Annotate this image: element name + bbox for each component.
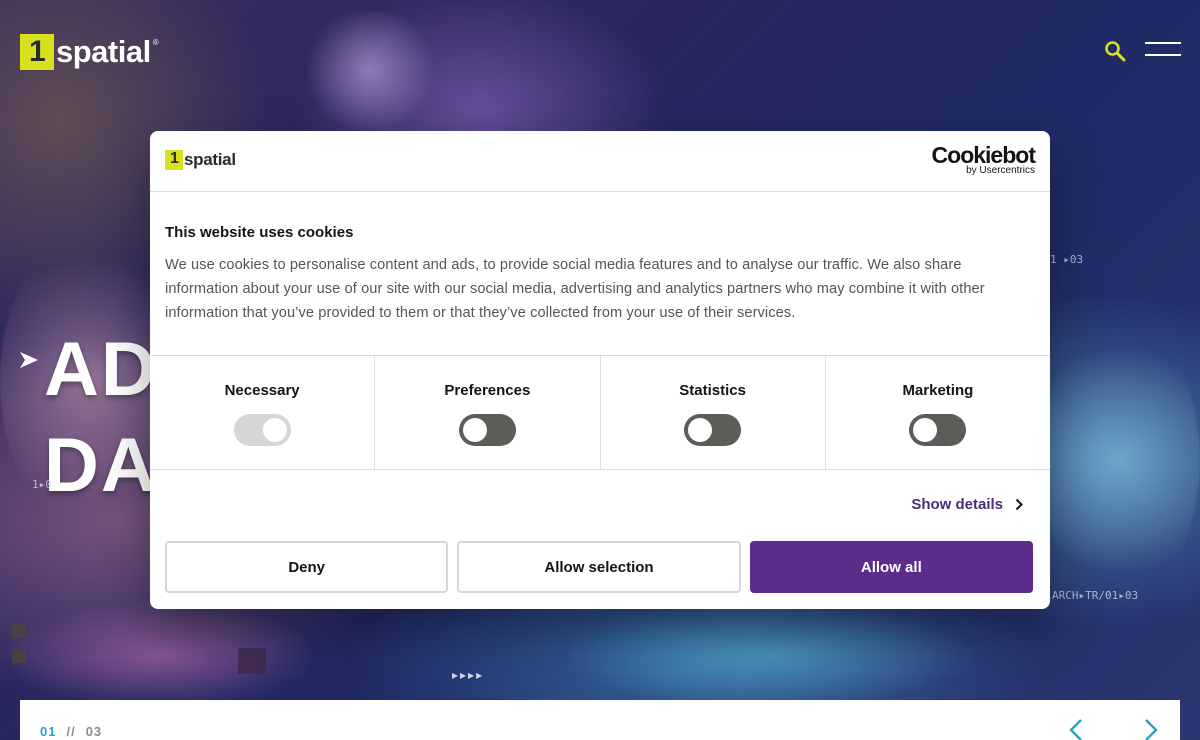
cookiebot-logo[interactable]: Cookiebot by Usercentrics [931, 142, 1036, 176]
hero-heading: AD DA [44, 322, 158, 514]
slide-total: 03 [85, 724, 103, 739]
chevron-right-icon [1015, 498, 1023, 511]
decor-square [12, 649, 26, 663]
logo-mark [20, 34, 54, 70]
logo-text: spatial [56, 34, 151, 69]
decor-square [238, 648, 266, 674]
dialog-logo: spatial [165, 150, 236, 170]
logo-registered-mark: ® [152, 38, 159, 47]
category-statistics: Statistics [601, 356, 826, 469]
hero-heading-line1: AD [44, 327, 158, 412]
preferences-toggle[interactable] [458, 414, 516, 446]
slide-separator: // [66, 724, 76, 739]
show-details-label: Show details [911, 496, 1003, 513]
dialog-logo-mark [165, 150, 183, 170]
dialog-description: We use cookies to personalise content an… [165, 257, 985, 321]
slider-bar: 01 // 03 [20, 700, 1180, 740]
dialog-actions: Deny Allow selection Allow all [165, 541, 1033, 593]
search-icon[interactable] [1104, 40, 1126, 62]
category-marketing: Marketing [826, 356, 1050, 469]
deny-button[interactable]: Deny [165, 541, 449, 593]
necessary-toggle [233, 414, 291, 446]
cookiebot-brand: Cookiebot [931, 142, 1036, 168]
dialog-logo-text: spatial [184, 150, 236, 169]
category-label: Necessary [224, 382, 300, 399]
play-arrow-icon [20, 352, 38, 368]
slide-progress-dots: ▸▸▸▸ [452, 668, 485, 682]
category-label: Preferences [444, 382, 531, 399]
cookie-consent-dialog: spatial Cookiebot by Usercentrics This w… [150, 131, 1050, 609]
consent-categories: Necessary Preferences Statistics Marketi… [150, 356, 1050, 470]
show-details-link[interactable]: Show details [911, 496, 1023, 513]
hud-label-left: 1▸0 [32, 478, 52, 491]
category-necessary: Necessary [150, 356, 376, 469]
slide-current: 01 [40, 724, 57, 739]
allow-selection-button[interactable]: Allow selection [457, 541, 741, 593]
hud-label-top: 1 ▸03 [1050, 253, 1084, 266]
chevron-right-icon[interactable] [1140, 717, 1162, 740]
marketing-toggle[interactable] [909, 414, 967, 446]
slide-pager: 01 // 03 [40, 724, 102, 739]
hud-label-bottom: ARCH▸TR/01▸03 [1052, 589, 1139, 602]
category-preferences: Preferences [375, 356, 601, 469]
site-logo[interactable]: spatial ® [20, 34, 159, 70]
statistics-toggle[interactable] [684, 414, 742, 446]
category-label: Statistics [679, 382, 746, 399]
dialog-body: This website uses cookies We use cookies… [150, 192, 1050, 356]
category-label: Marketing [902, 382, 974, 399]
allow-all-button[interactable]: Allow all [749, 541, 1033, 593]
hamburger-menu-icon[interactable] [1145, 42, 1181, 58]
decor-square [12, 624, 26, 638]
dialog-title: This website uses cookies [165, 224, 354, 241]
chevron-left-icon[interactable] [1065, 717, 1087, 740]
hero-heading-line2: DA [44, 423, 158, 508]
dialog-header: spatial Cookiebot by Usercentrics [150, 131, 1050, 192]
